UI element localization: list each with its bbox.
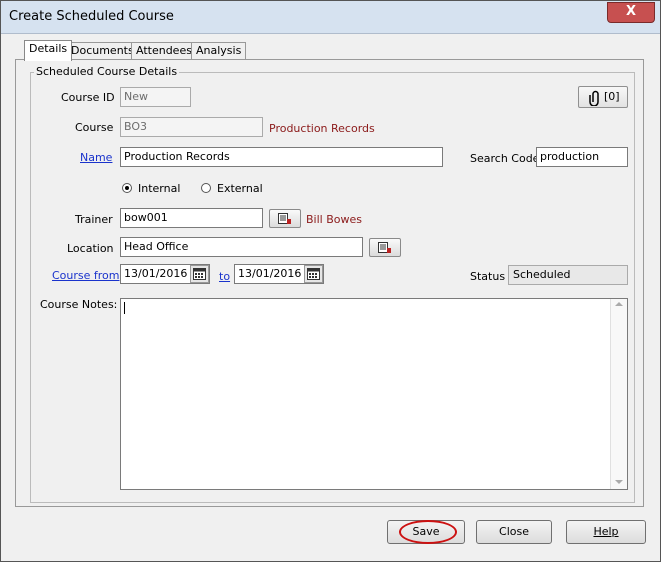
lookup-icon [278, 213, 291, 224]
trainer-field[interactable]: bow001 [120, 208, 263, 228]
calendar-icon [307, 268, 320, 280]
internal-radio[interactable] [122, 183, 132, 193]
course-id-field[interactable]: New [120, 87, 191, 107]
help-label: Help [593, 525, 619, 538]
course-from-calendar-button[interactable] [190, 265, 209, 283]
trainer-name: Bill Bowes [306, 213, 362, 226]
paperclip-icon [589, 90, 599, 106]
tab-documents[interactable]: Documents [66, 42, 139, 60]
close-label: Close [499, 525, 529, 538]
course-label: Course [75, 121, 114, 134]
text-cursor [124, 302, 125, 314]
course-field[interactable]: BO3 [120, 117, 263, 137]
status-field: Scheduled [508, 265, 628, 285]
window-title: Create Scheduled Course [9, 9, 174, 24]
course-id-label: Course ID [61, 91, 115, 104]
location-field[interactable]: Head Office [120, 237, 363, 257]
tab-details[interactable]: Details [24, 40, 73, 61]
calendar-icon [193, 268, 206, 280]
close-icon: X [625, 4, 637, 19]
tab-label: Analysis [196, 44, 242, 57]
location-label: Location [67, 242, 114, 255]
notes-scrollbar[interactable] [610, 299, 627, 489]
tab-label: Attendees [136, 44, 192, 57]
tab-analysis[interactable]: Analysis [191, 42, 247, 60]
course-to-calendar-button[interactable] [304, 265, 323, 283]
help-button[interactable]: Help [566, 520, 646, 544]
external-label[interactable]: External [217, 182, 263, 195]
save-highlight-ring [399, 520, 457, 544]
course-notes-textarea[interactable] [120, 298, 628, 490]
trainer-label: Trainer [75, 213, 113, 226]
group-title: Scheduled Course Details [34, 65, 180, 78]
scroll-up-icon [615, 302, 623, 306]
attachment-button[interactable]: [0] [578, 86, 628, 108]
title-bar: Create Scheduled Course X [1, 1, 660, 34]
name-link[interactable]: Name [80, 151, 112, 164]
attachment-count: [0] [604, 90, 620, 103]
tab-attendees[interactable]: Attendees [131, 42, 197, 60]
scroll-down-icon [615, 480, 623, 484]
search-code-label: Search Code [470, 152, 540, 165]
external-radio[interactable] [201, 183, 211, 193]
radio-selected-icon [125, 186, 129, 190]
to-link[interactable]: to [219, 270, 230, 283]
status-label: Status [470, 270, 506, 283]
search-code-field[interactable]: production [536, 147, 628, 167]
tab-label: Details [29, 42, 68, 55]
trainer-lookup-button[interactable] [269, 209, 301, 228]
name-field[interactable]: Production Records [120, 147, 443, 167]
course-notes-label: Course Notes: [40, 298, 118, 311]
close-button[interactable]: Close [476, 520, 552, 544]
close-window-button[interactable]: X [607, 2, 655, 23]
location-lookup-button[interactable] [369, 238, 401, 257]
internal-label[interactable]: Internal [138, 182, 180, 195]
course-description: Production Records [269, 122, 375, 135]
lookup-icon [378, 242, 391, 253]
tab-label: Documents [71, 44, 134, 57]
course-from-link[interactable]: Course from [52, 269, 120, 282]
